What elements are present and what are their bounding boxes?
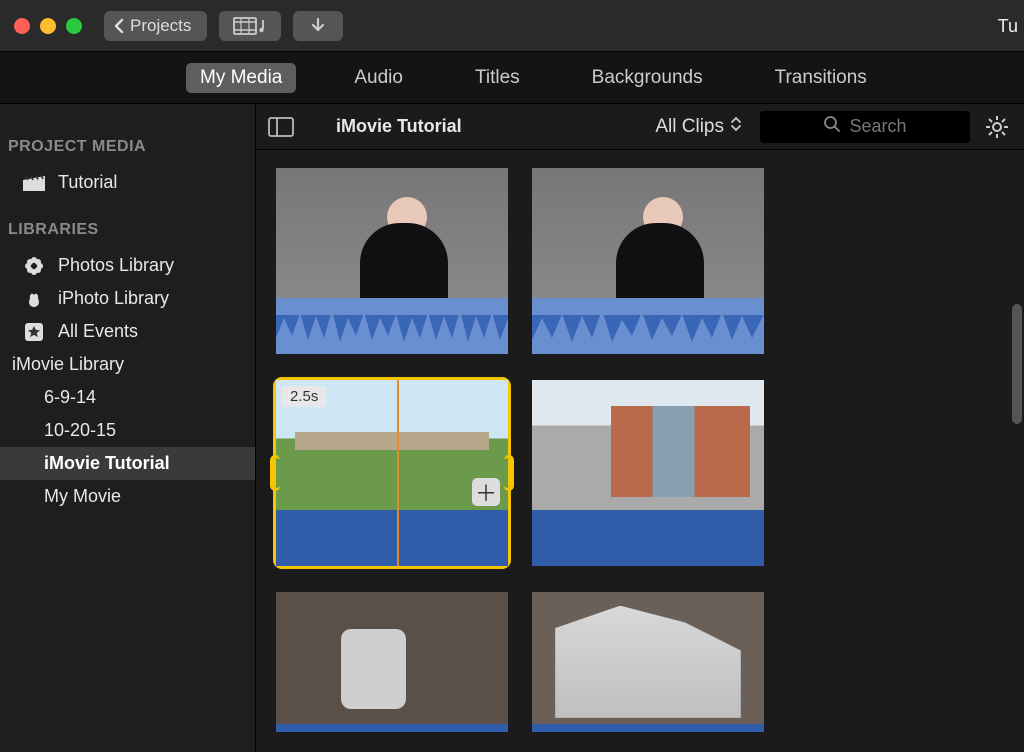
traffic-lights: [14, 18, 82, 34]
up-down-chevron-icon: [730, 115, 742, 139]
sidebar-item-all-events[interactable]: All Events: [0, 315, 255, 348]
settings-button[interactable]: [982, 112, 1012, 142]
scrollbar-thumb[interactable]: [1012, 304, 1022, 424]
import-button[interactable]: [293, 11, 343, 41]
tab-titles[interactable]: Titles: [461, 63, 534, 93]
add-to-timeline-button[interactable]: ＋: [472, 478, 500, 506]
clip-thumbnail[interactable]: [532, 592, 764, 732]
title-clipped-text: Tu: [998, 0, 1018, 52]
search-placeholder: Search: [849, 116, 906, 137]
media-music-button[interactable]: [219, 11, 281, 41]
tab-transitions[interactable]: Transitions: [761, 63, 881, 93]
clapperboard-icon: [22, 173, 46, 193]
plus-icon: ＋: [475, 476, 497, 508]
clip-audio-waveform: [532, 298, 764, 354]
clip-thumbnail[interactable]: [276, 592, 508, 732]
clip-video-preview: [276, 168, 508, 298]
sidebar-item-imovie-library[interactable]: ▼ iMovie Library: [0, 348, 255, 381]
sidebar-item-event-my-movie[interactable]: My Movie: [0, 480, 255, 513]
sidebar-toggle-button[interactable]: [268, 116, 294, 138]
clips-filter-dropdown[interactable]: All Clips: [655, 115, 742, 139]
iphoto-icon: [22, 289, 46, 309]
sidebar-item-label: iMovie Library: [12, 354, 124, 375]
sidebar-item-label: iPhoto Library: [58, 288, 169, 309]
close-window-button[interactable]: [14, 18, 30, 34]
content-toolbar: iMovie Tutorial All Clips Search: [256, 104, 1024, 150]
trim-handle-right[interactable]: [504, 455, 514, 491]
clip-grid: 2.5s ＋: [256, 150, 1024, 752]
filter-label: All Clips: [655, 116, 724, 138]
tab-my-media[interactable]: My Media: [186, 63, 296, 93]
fullscreen-window-button[interactable]: [66, 18, 82, 34]
clip-thumbnail[interactable]: [532, 380, 764, 566]
sidebar-item-label: My Movie: [44, 486, 121, 507]
media-tabbar: My Media Audio Titles Backgrounds Transi…: [0, 52, 1024, 104]
sidebar-item-label: Photos Library: [58, 255, 174, 276]
clip-video-preview: [532, 380, 764, 510]
projects-label: Projects: [130, 16, 191, 36]
clip-audio-waveform: [532, 724, 764, 732]
clip-audio-waveform: [276, 724, 508, 732]
chevron-left-icon: [112, 18, 126, 34]
clip-thumbnail[interactable]: [532, 168, 764, 354]
sidebar-item-event-imovie-tutorial[interactable]: iMovie Tutorial: [0, 447, 255, 480]
star-icon: [22, 322, 46, 342]
search-icon: [823, 115, 841, 138]
playhead[interactable]: [397, 380, 399, 566]
content-title: iMovie Tutorial: [336, 116, 462, 137]
clip-video-preview: [532, 592, 764, 724]
clip-audio-waveform: [276, 510, 508, 566]
tab-audio[interactable]: Audio: [340, 63, 417, 93]
media-browser: iMovie Tutorial All Clips Search: [256, 104, 1024, 752]
sidebar-item-label: iMovie Tutorial: [44, 453, 170, 474]
minimize-window-button[interactable]: [40, 18, 56, 34]
projects-back-button[interactable]: Projects: [104, 11, 207, 41]
sidebar-item-event-6-9-14[interactable]: 6-9-14: [0, 381, 255, 414]
sidebar-item-photos-library[interactable]: Photos Library: [0, 249, 255, 282]
clip-video-preview: [532, 168, 764, 298]
search-input[interactable]: Search: [760, 111, 970, 143]
clip-duration-badge: 2.5s: [282, 386, 326, 407]
sidebar-item-label: All Events: [58, 321, 138, 342]
sidebar-item-event-10-20-15[interactable]: 10-20-15: [0, 414, 255, 447]
sidebar-header-project-media: PROJECT MEDIA: [0, 134, 255, 166]
sidebar-item-label: 6-9-14: [44, 387, 96, 408]
clip-thumbnail-selected[interactable]: 2.5s ＋: [276, 380, 508, 566]
clip-audio-waveform: [532, 510, 764, 566]
sidebar: PROJECT MEDIA Tutorial LIBRARIES Photos …: [0, 104, 256, 752]
sidebar-item-label: Tutorial: [58, 172, 117, 193]
clip-video-preview: [276, 592, 508, 724]
tab-backgrounds[interactable]: Backgrounds: [578, 63, 717, 93]
sidebar-item-tutorial[interactable]: Tutorial: [0, 166, 255, 199]
trim-handle-left[interactable]: [270, 455, 280, 491]
sidebar-item-iphoto-library[interactable]: iPhoto Library: [0, 282, 255, 315]
photos-app-icon: [22, 256, 46, 276]
sidebar-item-label: 10-20-15: [44, 420, 116, 441]
sidebar-header-libraries: LIBRARIES: [0, 217, 255, 249]
titlebar: Projects Tu: [0, 0, 1024, 52]
clip-audio-waveform: [276, 298, 508, 354]
clip-thumbnail[interactable]: [276, 168, 508, 354]
